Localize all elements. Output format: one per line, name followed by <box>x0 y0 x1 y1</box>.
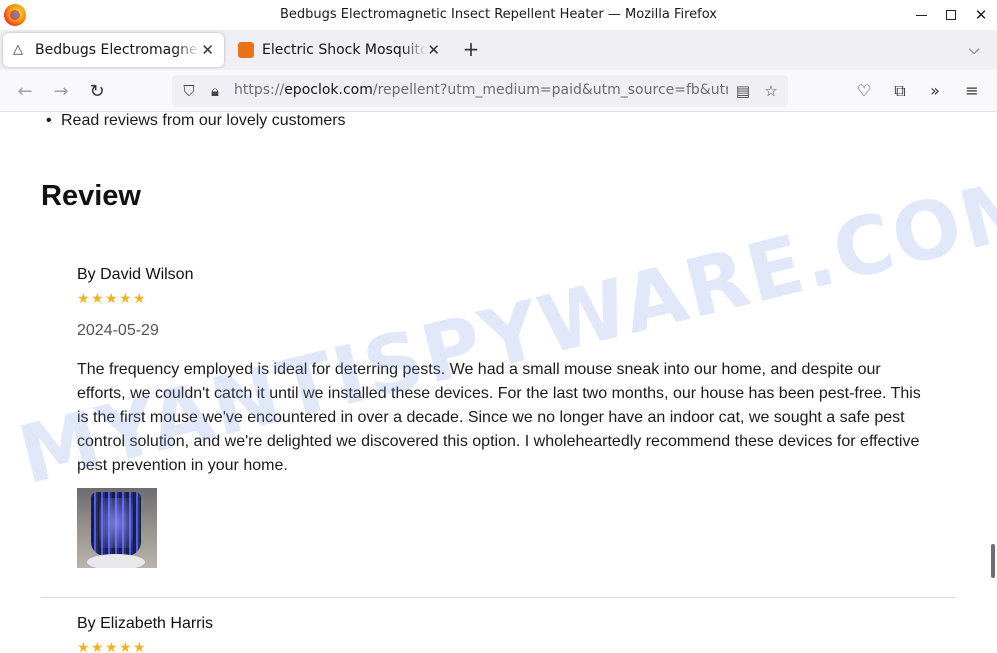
maximize-button[interactable] <box>934 0 968 30</box>
bullet-item: Read reviews from our lovely customers <box>46 112 346 130</box>
star-icon: ★ <box>77 639 90 653</box>
url-domain: epoclok.com <box>284 82 373 98</box>
minimize-icon <box>915 14 927 16</box>
lamp-glow-shape <box>99 498 133 548</box>
close-tab-icon[interactable]: ✕ <box>201 41 214 59</box>
hamburger-menu-icon[interactable]: ≡ <box>960 79 984 103</box>
review-date: 2024-05-29 <box>77 322 159 339</box>
list-all-tabs-chevron-icon[interactable]: ⌵ <box>962 38 986 62</box>
tracking-shield-icon[interactable]: ⛉ <box>180 82 198 100</box>
warning-triangle-icon: △ <box>13 42 23 57</box>
star-icon: ★ <box>105 639 118 653</box>
star-icon: ★ <box>77 290 90 306</box>
star-icon: ★ <box>133 639 146 653</box>
star-icon: ★ <box>133 290 146 306</box>
maximize-icon <box>946 10 956 20</box>
pocket-icon[interactable]: ♡ <box>852 79 876 103</box>
review-photo[interactable] <box>77 488 157 568</box>
review-author: By Elizabeth Harris <box>77 615 214 632</box>
reload-icon[interactable]: ↻ <box>84 78 110 104</box>
url-bar[interactable]: ⛉ 🔒︎ https://epoclok.com/repellent?utm_m… <box>172 75 788 107</box>
star-icon: ★ <box>105 290 118 306</box>
tab-label: Bedbugs Electromagnetic Insect Repellent… <box>35 42 200 58</box>
star-icon: ★ <box>119 639 132 653</box>
star-rating: ★ ★ ★ ★ ★ <box>77 639 927 653</box>
navigation-toolbar: ← → ↻ ⛉ 🔒︎ https://epoclok.com/repellent… <box>0 70 997 112</box>
back-arrow-icon[interactable]: ← <box>12 78 38 104</box>
star-icon: ★ <box>91 639 104 653</box>
lock-icon[interactable]: 🔒︎ <box>206 82 224 100</box>
reader-view-icon[interactable]: ▤ <box>734 82 752 100</box>
url-path: /repellent?utm_medium=paid&utm_source=fb… <box>372 82 728 98</box>
site-favicon-icon <box>238 42 254 58</box>
tab-bedbugs[interactable]: △ Bedbugs Electromagnetic Insect Repelle… <box>3 33 224 67</box>
minimize-button[interactable] <box>904 0 938 30</box>
more-tools-chevron-icon[interactable]: » <box>923 79 947 103</box>
url-scheme: https:// <box>234 82 285 98</box>
page-scrollbar[interactable] <box>991 544 995 578</box>
star-rating: ★ ★ ★ ★ ★ <box>77 290 927 306</box>
close-icon: ✕ <box>974 6 988 24</box>
review-card: By David Wilson ★ ★ ★ ★ ★ 2024-05-29 The… <box>77 266 927 568</box>
star-icon: ★ <box>119 290 132 306</box>
tab-strip: △ Bedbugs Electromagnetic Insect Repelle… <box>0 30 997 70</box>
review-heading: Review <box>41 180 141 212</box>
bookmark-star-icon[interactable]: ☆ <box>762 82 780 100</box>
close-window-button[interactable]: ✕ <box>964 0 997 30</box>
tab-label: Electric Shock Mosquito Killer <box>262 42 427 58</box>
review-card: By Elizabeth Harris ★ ★ ★ ★ ★ <box>77 615 927 653</box>
review-divider <box>41 597 956 598</box>
tab-mosquito[interactable]: Electric Shock Mosquito Killer ✕ <box>228 33 450 67</box>
review-author: By David Wilson <box>77 266 194 283</box>
window-title: Bedbugs Electromagnetic Insect Repellent… <box>279 7 717 22</box>
forward-arrow-icon[interactable]: → <box>48 78 74 104</box>
bullet-text: Read reviews from our lovely customers <box>61 112 346 129</box>
page-content: Read reviews from our lovely customers R… <box>0 112 997 653</box>
window-titlebar: Bedbugs Electromagnetic Insect Repellent… <box>0 0 997 30</box>
url-text[interactable]: https://epoclok.com/repellent?utm_medium… <box>234 82 728 98</box>
extensions-puzzle-icon[interactable]: ⧉ <box>888 79 912 103</box>
close-tab-icon[interactable]: ✕ <box>427 41 440 59</box>
new-tab-button[interactable]: + <box>459 38 483 62</box>
review-body: The frequency employed is ideal for dete… <box>77 361 921 474</box>
lamp-base-shape <box>87 554 145 568</box>
star-icon: ★ <box>91 290 104 306</box>
